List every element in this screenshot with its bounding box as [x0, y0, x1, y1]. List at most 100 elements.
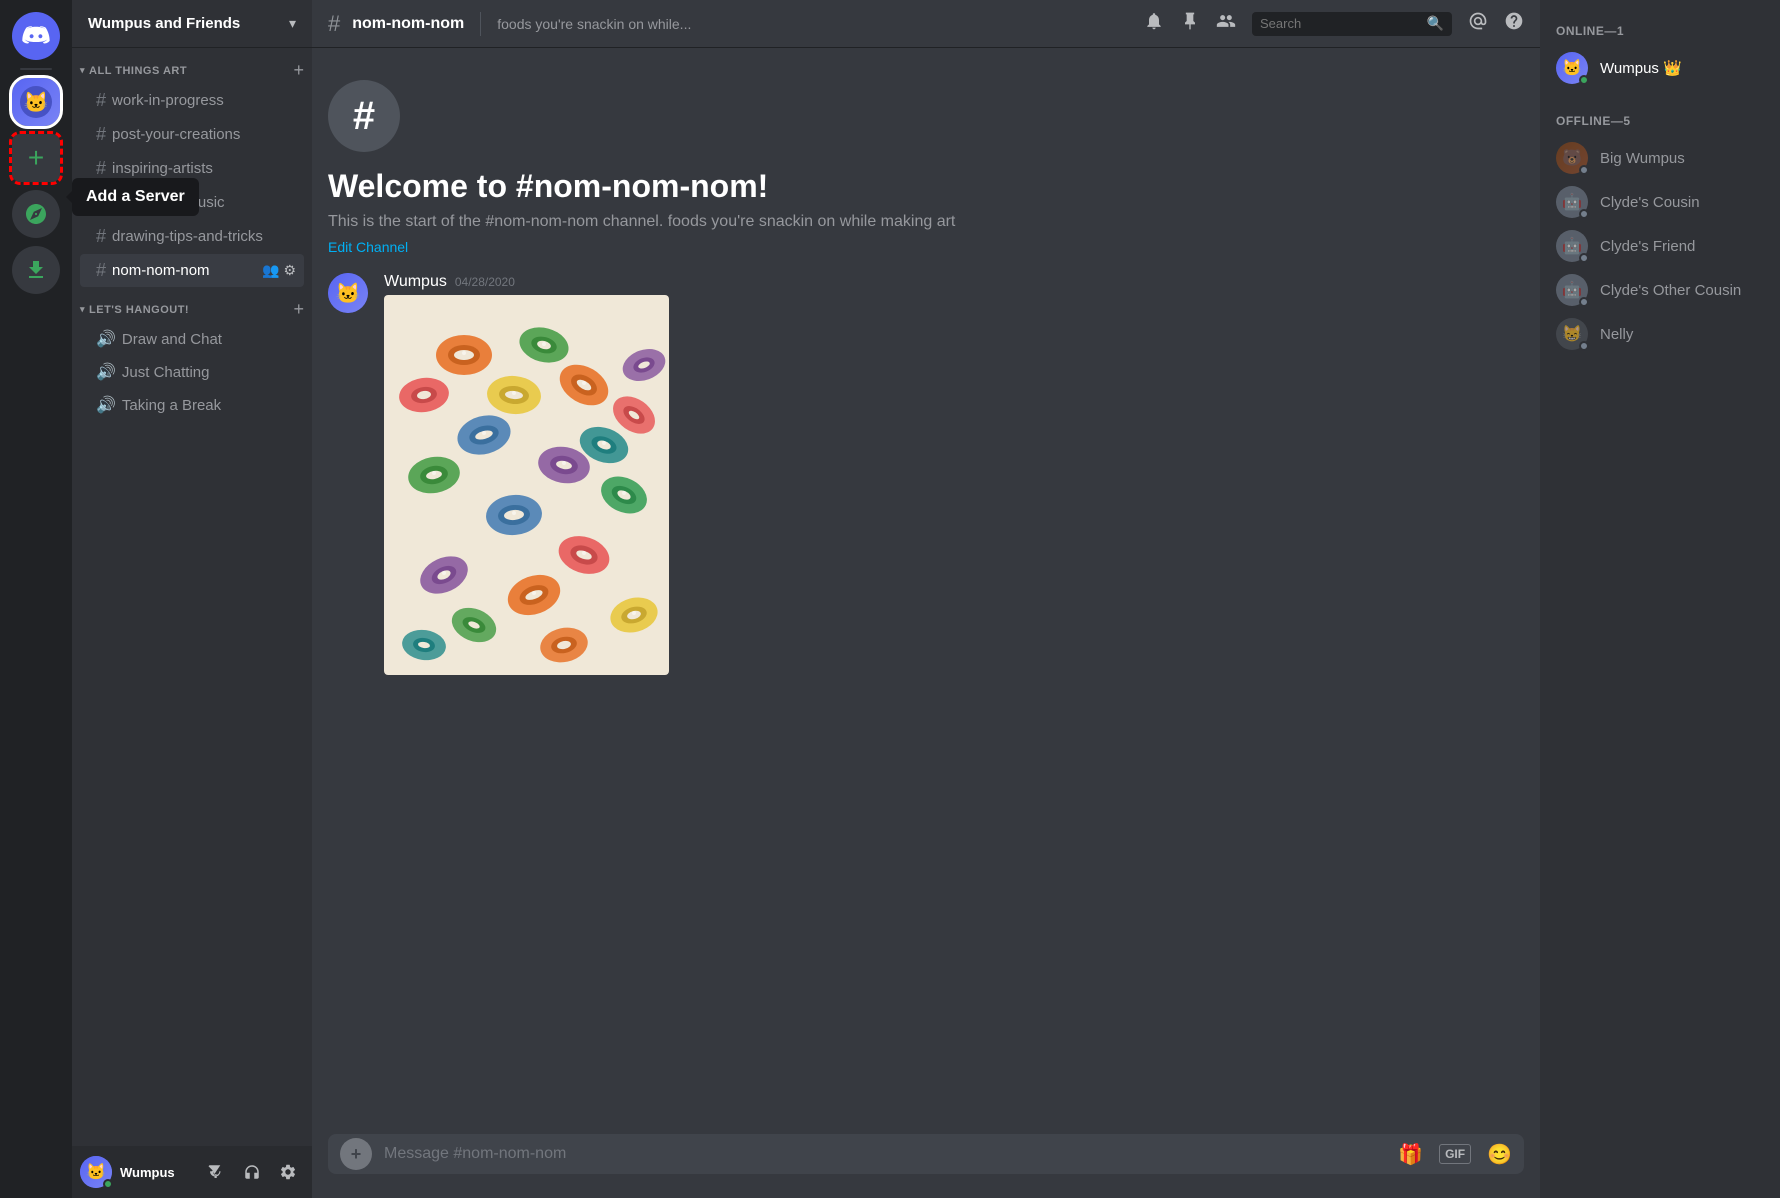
- channel-hash-icon: #: [96, 192, 106, 213]
- channel-just-chatting[interactable]: 🔊 Just Chatting: [80, 356, 304, 388]
- offline-members-category: OFFLINE—5: [1548, 106, 1772, 132]
- message-text-input[interactable]: [384, 1134, 1386, 1174]
- channel-list: ▾ ALL THINGS ART + # work-in-progress # …: [72, 48, 312, 1146]
- server-icon-download-apps[interactable]: [12, 246, 60, 294]
- category-add-art[interactable]: +: [293, 60, 304, 81]
- member-avatar-clydes-friend: 🤖: [1556, 230, 1588, 262]
- members-sidebar: ONLINE—1 🐱 Wumpus 👑 OFFLINE—5 🐻 Big Wump…: [1540, 0, 1780, 1198]
- channel-hash-icon: #: [96, 226, 106, 247]
- pinned-messages-icon[interactable]: [1180, 11, 1200, 36]
- message-timestamp: 04/28/2020: [455, 275, 515, 289]
- voice-channel-icon: 🔊: [96, 362, 116, 382]
- search-icon: 🔍: [1427, 15, 1444, 32]
- member-wumpus[interactable]: 🐱 Wumpus 👑: [1548, 46, 1772, 90]
- channel-header-topic: foods you're snackin on while...: [497, 16, 1132, 32]
- voice-channel-icon: 🔊: [96, 395, 116, 415]
- channel-hash-icon: #: [96, 124, 106, 145]
- voice-channel-icon: 🔊: [96, 329, 116, 349]
- server-dropdown-chevron: ▾: [289, 15, 296, 32]
- member-clydes-friend[interactable]: 🤖 Clyde's Friend: [1548, 224, 1772, 268]
- member-list-icon[interactable]: [1216, 11, 1236, 36]
- member-clydes-other-cousin[interactable]: 🤖 Clyde's Other Cousin: [1548, 268, 1772, 312]
- search-input[interactable]: [1260, 16, 1421, 31]
- member-name-clydes-other-cousin: Clyde's Other Cousin: [1600, 282, 1741, 299]
- channel-hash-icon: #: [96, 158, 106, 179]
- channel-welcome-description: This is the start of the #nom-nom-nom ch…: [328, 213, 1524, 231]
- member-clydes-cousin[interactable]: 🤖 Clyde's Cousin: [1548, 180, 1772, 224]
- channel-draw-and-chat[interactable]: 🔊 Draw and Chat: [80, 323, 304, 355]
- member-name-big-wumpus: Big Wumpus: [1600, 150, 1685, 167]
- category-arrow-art: ▾: [80, 65, 85, 76]
- category-all-things-art[interactable]: ▾ ALL THINGS ART +: [72, 56, 312, 83]
- user-area: 🐱 Wumpus: [72, 1146, 312, 1198]
- message-image-attachment[interactable]: [384, 295, 669, 675]
- server-sidebar: 🐱 + Add a Server: [0, 0, 72, 1198]
- member-avatar-big-wumpus: 🐻: [1556, 142, 1588, 174]
- gif-button[interactable]: GIF: [1439, 1144, 1471, 1164]
- user-avatar[interactable]: 🐱: [80, 1156, 112, 1188]
- channel-header-name: nom-nom-nom: [352, 15, 464, 33]
- channel-welcome-title: Welcome to #nom-nom-nom!: [328, 168, 1524, 205]
- category-lets-hangout[interactable]: ▾ LET'S HANGOUT! +: [72, 295, 312, 322]
- user-info: Wumpus: [120, 1165, 192, 1180]
- server-icon-wumpus[interactable]: 🐱: [12, 78, 60, 126]
- emoji-picker-icon[interactable]: 😊: [1487, 1142, 1512, 1167]
- message-group: 🐱 Wumpus 04/28/2020: [312, 265, 1540, 683]
- member-name-nelly: Nelly: [1600, 326, 1633, 343]
- channel-sidebar: Wumpus and Friends ▾ ▾ ALL THINGS ART + …: [72, 0, 312, 1198]
- gift-icon[interactable]: 🎁: [1398, 1142, 1423, 1167]
- help-icon[interactable]: [1504, 11, 1524, 36]
- category-add-hangout[interactable]: +: [293, 299, 304, 320]
- channel-header-hash-icon: #: [328, 11, 340, 37]
- message-input-area: + 🎁 GIF 😊: [312, 1134, 1540, 1198]
- server-icon-explore-public[interactable]: [12, 190, 60, 238]
- category-arrow-hangout: ▾: [80, 304, 85, 315]
- server-icon-discord-home[interactable]: [12, 12, 60, 60]
- member-status-offline: [1579, 209, 1589, 219]
- server-icon-add[interactable]: +: [12, 134, 60, 182]
- channel-work-in-progress[interactable]: # work-in-progress: [80, 84, 304, 117]
- channel-taking-a-break[interactable]: 🔊 Taking a Break: [80, 389, 304, 421]
- message-author-avatar[interactable]: 🐱: [328, 273, 368, 313]
- member-status-offline: [1579, 297, 1589, 307]
- search-bar[interactable]: 🔍: [1252, 12, 1452, 36]
- inbox-icon[interactable]: [1468, 11, 1488, 36]
- server-header[interactable]: Wumpus and Friends ▾: [72, 0, 312, 48]
- channel-hash-icon: #: [96, 90, 106, 111]
- member-avatar-clydes-cousin: 🤖: [1556, 186, 1588, 218]
- header-icons: 🔍: [1144, 11, 1524, 36]
- member-big-wumpus[interactable]: 🐻 Big Wumpus: [1548, 136, 1772, 180]
- channel-inspiring-artists[interactable]: # inspiring-artists: [80, 152, 304, 185]
- member-avatar-nelly: 😸: [1556, 318, 1588, 350]
- edit-channel-link[interactable]: Edit Channel: [328, 239, 408, 255]
- online-members-category: ONLINE—1: [1548, 16, 1772, 42]
- message-header: Wumpus 04/28/2020: [384, 273, 1524, 291]
- channel-welcome-icon: #: [328, 80, 400, 152]
- member-avatar-clydes-other-cousin: 🤖: [1556, 274, 1588, 306]
- current-user-name: Wumpus: [120, 1165, 192, 1180]
- user-settings-button[interactable]: [272, 1156, 304, 1188]
- channel-post-your-creations[interactable]: # post-your-creations: [80, 118, 304, 151]
- member-name-wumpus: Wumpus 👑: [1600, 59, 1682, 77]
- member-status-offline: [1579, 341, 1589, 351]
- mute-button[interactable]: [200, 1156, 232, 1188]
- message-input-icons: 🎁 GIF 😊: [1398, 1142, 1512, 1167]
- messages-area: # Welcome to #nom-nom-nom! This is the s…: [312, 48, 1540, 1134]
- category-label-hangout: ▾ LET'S HANGOUT!: [80, 304, 189, 316]
- member-nelly[interactable]: 😸 Nelly: [1548, 312, 1772, 356]
- user-controls: [200, 1156, 304, 1188]
- notifications-icon[interactable]: [1144, 11, 1164, 36]
- channel-settings-icon[interactable]: ⚙: [283, 262, 296, 279]
- header-divider: [480, 12, 481, 36]
- server-name: Wumpus and Friends: [88, 15, 240, 32]
- channel-nom-nom-nom[interactable]: # nom-nom-nom 👥 ⚙: [80, 254, 304, 287]
- add-member-to-channel-icon[interactable]: 👥: [262, 262, 279, 279]
- attach-file-button[interactable]: +: [340, 1138, 372, 1170]
- deafen-button[interactable]: [236, 1156, 268, 1188]
- channel-welcome: # Welcome to #nom-nom-nom! This is the s…: [312, 64, 1540, 265]
- channel-motivating-music[interactable]: # motivating-music: [80, 186, 304, 219]
- channel-drawing-tips-and-tricks[interactable]: # drawing-tips-and-tricks: [80, 220, 304, 253]
- member-name-clydes-friend: Clyde's Friend: [1600, 238, 1695, 255]
- channel-action-icons: 👥 ⚙: [262, 262, 296, 279]
- member-name-clydes-cousin: Clyde's Cousin: [1600, 194, 1700, 211]
